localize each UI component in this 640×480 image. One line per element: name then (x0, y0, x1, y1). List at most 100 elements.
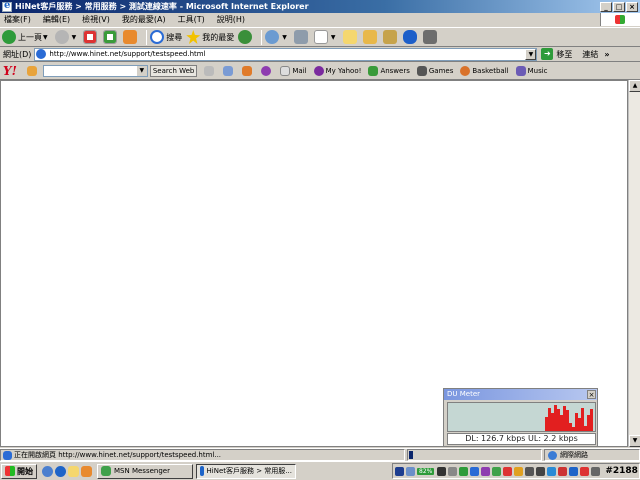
desktop-icon[interactable] (42, 465, 53, 477)
menu-view[interactable]: 檢視(V) (82, 14, 110, 25)
taskbar-item-label: HiNet客戶服務 > 常用服... (206, 467, 293, 475)
stop-button[interactable] (83, 30, 99, 44)
star-icon (186, 30, 201, 44)
go-button[interactable]: ➜ 移至 (541, 48, 572, 60)
discuss-button[interactable] (342, 30, 359, 44)
bluetooth-button[interactable] (402, 30, 419, 44)
taskbar-clock[interactable]: #2188 (605, 466, 638, 476)
basketball-button[interactable]: Basketball (460, 65, 509, 76)
links-chevron[interactable]: » (604, 50, 609, 59)
pencil-icon[interactable] (26, 65, 37, 76)
games-button[interactable]: Games (416, 65, 453, 76)
favorites-button[interactable]: 我的最愛 (186, 30, 234, 44)
du-meter-title-bar[interactable]: DU Meter × (444, 389, 597, 400)
print-button[interactable] (293, 30, 310, 44)
answers-button[interactable]: Answers (368, 65, 410, 76)
taskbar-item-label: MSN Messenger (114, 467, 170, 475)
taskbar-item-msn[interactable]: MSN Messenger (97, 463, 193, 479)
links-button[interactable]: 連結 (582, 49, 598, 60)
search-web-button[interactable]: Search Web (149, 64, 198, 77)
menu-edit[interactable]: 編輯(E) (43, 14, 70, 25)
messenger-icon-button[interactable] (261, 65, 273, 76)
progress-fill (409, 451, 413, 459)
tray-blue-icon[interactable] (470, 466, 480, 476)
tray-power-icon[interactable] (437, 466, 447, 476)
vertical-scrollbar[interactable]: ▲ ▼ (628, 80, 640, 447)
address-input[interactable]: http://www.hinet.net/support/testspeed.h… (34, 47, 538, 61)
maximize-button[interactable]: □ (613, 1, 625, 12)
popup-blocker-button[interactable] (223, 65, 235, 76)
search-icon (150, 30, 165, 44)
antispy-button[interactable] (242, 65, 254, 76)
home-button[interactable] (123, 30, 139, 44)
standard-toolbar: 上一頁 ▼ ▼ 搜尋 我的最愛 ▼ ▼ (0, 27, 640, 47)
taskbar: 開始 MSN Messenger HiNet客戶服務 > 常用服... 82% … (0, 461, 640, 480)
back-label: 上一頁 (18, 32, 42, 42)
status-bar: 正在開啟網頁 http://www.hinet.net/support/test… (0, 448, 640, 461)
tray-update-icon[interactable] (558, 466, 568, 476)
address-url: http://www.hinet.net/support/testspeed.h… (49, 50, 206, 58)
tray-antivirus-icon[interactable] (580, 466, 590, 476)
tray-ball-icon[interactable] (569, 466, 579, 476)
yahoo-logo[interactable]: Y! (3, 64, 17, 78)
media-quicklaunch-icon[interactable] (81, 465, 92, 477)
du-meter-window[interactable]: DU Meter × DL: 126.7 kbps UL: 2.2 kbps (443, 388, 598, 447)
edit-button[interactable]: ▼ (313, 30, 339, 44)
tray-msn-icon[interactable] (492, 466, 502, 476)
tray-display-icon[interactable] (525, 466, 535, 476)
yahoo-search-input[interactable]: ▼ (42, 64, 148, 77)
my-yahoo-button[interactable]: My Yahoo! (313, 65, 361, 76)
menu-tools[interactable]: 工具(T) (178, 14, 205, 25)
battery-indicator[interactable]: 82% (417, 467, 435, 475)
scroll-up-button[interactable]: ▲ (629, 80, 640, 92)
yahoo-mail-button[interactable]: Mail (280, 65, 307, 76)
start-button[interactable]: 開始 (1, 463, 37, 479)
minimize-button[interactable]: _ (600, 1, 612, 12)
address-bar: 網址(D) http://www.hinet.net/support/tests… (0, 47, 640, 62)
forward-button[interactable]: ▼ (54, 30, 80, 44)
media-button[interactable] (422, 30, 439, 44)
printer-icon (293, 30, 308, 44)
yahoo-mail-label: Mail (292, 66, 307, 75)
menu-help[interactable]: 說明(H) (217, 14, 245, 25)
refresh-button[interactable] (103, 30, 119, 44)
tray-sync-icon[interactable] (547, 466, 557, 476)
tray-app-icon[interactable] (591, 466, 601, 476)
window-icon (223, 65, 234, 76)
tray-volume-icon[interactable] (536, 466, 546, 476)
chevron-down-icon[interactable]: ▼ (525, 48, 537, 60)
research-button[interactable] (362, 30, 379, 44)
tray-ime-icon[interactable] (395, 466, 404, 476)
ie-quicklaunch-icon[interactable] (55, 465, 66, 477)
chevron-down-icon: ▼ (43, 33, 48, 41)
history-button[interactable] (238, 30, 254, 44)
mail-button[interactable]: ▼ (265, 30, 290, 44)
tray-network-icon[interactable] (406, 466, 415, 476)
folder-quicklaunch-icon[interactable] (68, 465, 79, 477)
tray-purple-icon[interactable] (481, 466, 491, 476)
du-meter-close-button[interactable]: × (587, 390, 596, 399)
chevron-down-icon[interactable]: ▼ (136, 65, 147, 76)
envelope-icon (280, 65, 291, 76)
menu-favorites[interactable]: 我的最愛(A) (122, 14, 166, 25)
zone-label: 網際網路 (560, 451, 588, 459)
music-button[interactable]: Music (515, 65, 548, 76)
search-button[interactable]: 搜尋 (150, 30, 182, 44)
scroll-down-button[interactable]: ▼ (629, 435, 640, 447)
tray-chart-icon[interactable] (514, 466, 524, 476)
tray-arrow-icon[interactable] (448, 466, 458, 476)
research-icon (362, 30, 377, 44)
taskbar-item-ie[interactable]: HiNet客戶服務 > 常用服... (196, 463, 296, 479)
messenger-button[interactable] (382, 30, 399, 44)
back-button[interactable]: 上一頁 ▼ (2, 30, 51, 44)
tray-green-icon[interactable] (459, 466, 469, 476)
close-button[interactable]: × (626, 1, 638, 12)
bluetooth-icon (402, 30, 417, 44)
page-loading-icon (3, 450, 12, 460)
highlight-icon[interactable] (204, 65, 216, 76)
menu-file[interactable]: 檔案(F) (4, 14, 31, 25)
toolbar-separator (261, 29, 263, 45)
progress-bar (407, 449, 542, 461)
pen-icon (204, 65, 215, 76)
tray-shield-icon[interactable] (503, 466, 513, 476)
